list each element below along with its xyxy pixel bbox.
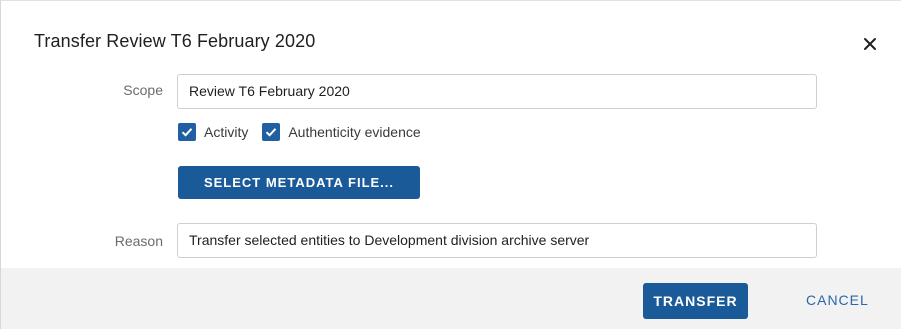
dialog-title: Transfer Review T6 February 2020 [34,31,316,51]
reason-input[interactable]: Transfer selected entities to Developmen… [177,223,817,258]
select-metadata-file-button[interactable]: SELECT METADATA FILE... [178,166,420,199]
options-group: Activity Authenticity evidence [178,122,421,142]
cancel-button[interactable]: CANCEL [806,292,869,308]
close-button[interactable] [859,33,881,55]
checkbox-checked-icon [262,123,281,141]
activity-label: Activity [204,124,249,140]
authenticity-evidence-label: Authenticity evidence [288,124,421,140]
reason-label: Reason [114,233,163,249]
checkbox-checked-icon [178,123,196,141]
activity-checkbox[interactable]: Activity [178,123,248,141]
transfer-button[interactable]: TRANSFER [643,283,748,319]
transfer-dialog: Transfer Review T6 February 2020 Scope R… [0,0,901,329]
close-icon [864,38,876,50]
authenticity-evidence-checkbox[interactable]: Authenticity evidence [262,123,421,141]
dialog-footer: TRANSFER CANCEL [1,268,901,329]
scope-input[interactable]: Review T6 February 2020 [177,74,817,109]
scope-label: Scope [123,82,163,98]
